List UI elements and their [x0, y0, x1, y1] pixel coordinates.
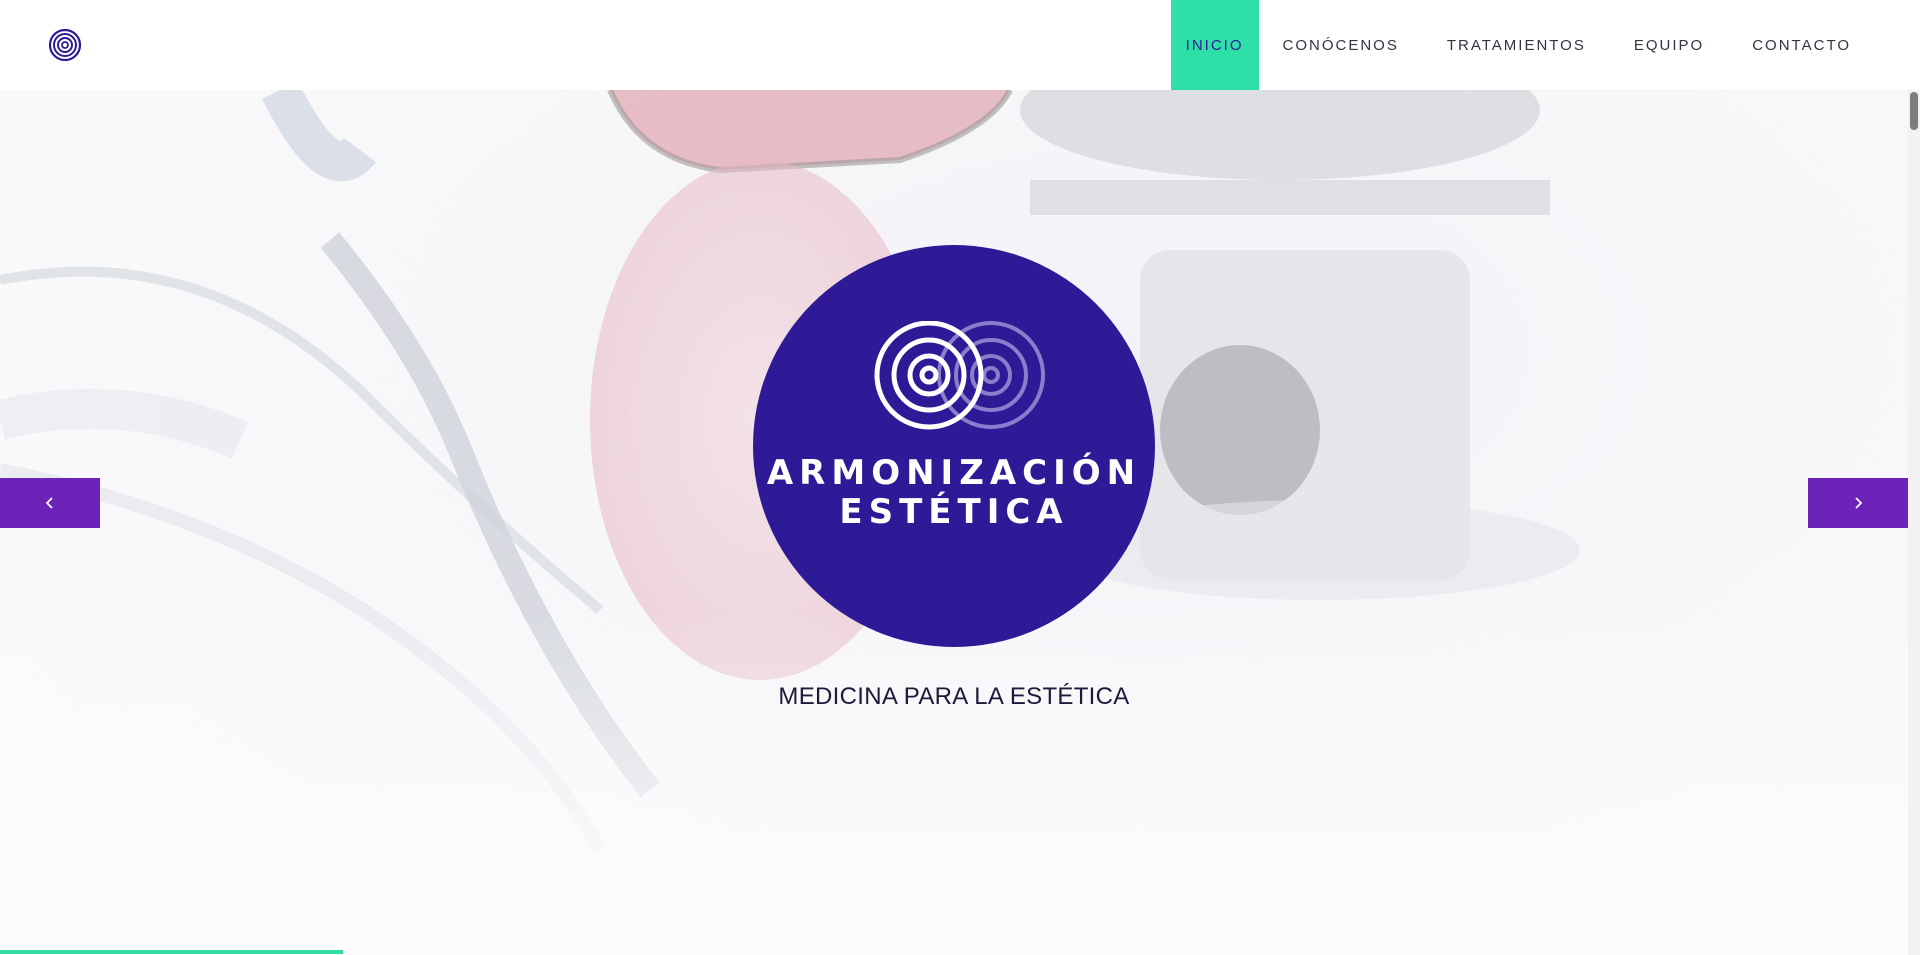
- slide-progress-fill: [0, 950, 343, 954]
- slide-progress-bar: [0, 950, 1908, 954]
- hero-tagline: MEDICINA PARA LA ESTÉTICA: [778, 683, 1130, 710]
- brand-title-line2: ESTÉTICA: [839, 492, 1069, 532]
- hero-slider: ARMONIZACIÓN ESTÉTICA MEDICINA PARA LA E…: [0, 90, 1908, 955]
- slider-next-button[interactable]: [1808, 478, 1908, 528]
- page-scrollbar[interactable]: [1908, 90, 1920, 955]
- nav-item-conocenos[interactable]: CONÓCENOS: [1259, 0, 1423, 90]
- site-header: INICIO CONÓCENOS TRATAMIENTOS EQUIPO CON…: [0, 0, 1920, 90]
- main-nav: INICIO CONÓCENOS TRATAMIENTOS EQUIPO CON…: [1170, 0, 1920, 90]
- nav-item-inicio[interactable]: INICIO: [1170, 0, 1259, 90]
- brand-logo-circle: ARMONIZACIÓN ESTÉTICA: [753, 245, 1155, 647]
- concentric-rings-icon[interactable]: [49, 29, 81, 61]
- scrollbar-thumb[interactable]: [1910, 92, 1918, 130]
- nav-item-equipo[interactable]: EQUIPO: [1610, 0, 1728, 90]
- slider-prev-button[interactable]: [0, 478, 100, 528]
- nav-item-tratamientos[interactable]: TRATAMIENTOS: [1423, 0, 1610, 90]
- double-concentric-rings-icon: [874, 321, 1045, 430]
- chevron-left-icon: [45, 497, 53, 509]
- nav-item-contacto[interactable]: CONTACTO: [1728, 0, 1875, 90]
- brand-title-line1: ARMONIZACIÓN: [766, 453, 1142, 493]
- chevron-right-icon: [1855, 497, 1863, 509]
